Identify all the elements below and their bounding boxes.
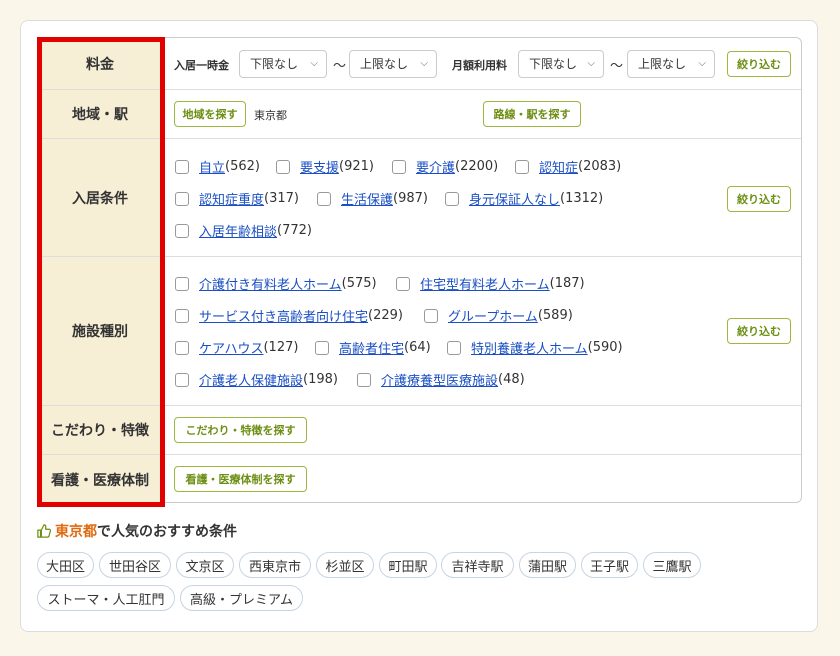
checkbox-yokaigo[interactable]: 要介護 (2200) <box>392 157 498 176</box>
row-conditions-header: 入居条件 <box>38 139 162 256</box>
entry-fee-min-value: 下限なし <box>250 57 299 71</box>
checkbox-box[interactable] <box>175 276 189 291</box>
range-tilde: 〜 <box>610 59 624 74</box>
monthly-fee-max-value: 上限なし <box>638 57 687 71</box>
checkbox-box[interactable] <box>357 372 371 387</box>
conditions-filter-button[interactable]: 絞り込む <box>727 186 791 212</box>
checkbox-box[interactable] <box>175 191 189 206</box>
checkbox-box[interactable] <box>175 308 189 323</box>
checkbox-roken[interactable]: 介護老人保健施設 (198) <box>175 370 338 389</box>
facility-filter-button[interactable]: 絞り込む <box>727 318 791 344</box>
range-tilde: 〜 <box>333 59 347 74</box>
popular-tag[interactable]: 大田区 <box>37 552 94 578</box>
chevron-down-icon: ⌵ <box>310 58 318 69</box>
checkbox-mimoto-hoshonin-nashi[interactable]: 身元保証人なし (1312) <box>445 189 603 208</box>
monthly-fee-min-select[interactable]: 下限なし ⌵ <box>518 50 604 78</box>
checkbox-box[interactable] <box>424 308 438 323</box>
popular-tag[interactable]: 三鷹駅 <box>643 552 701 578</box>
popular-title-suffix: で人気のおすすめ条件 <box>97 524 237 540</box>
checkbox-box[interactable] <box>317 191 331 206</box>
checkbox-care-house[interactable]: ケアハウス (127) <box>175 338 298 357</box>
monthly-fee-min-value: 下限なし <box>529 57 578 71</box>
find-medical-button[interactable]: 看護・医療体制を探す <box>174 466 307 492</box>
checkbox-jutakugata-yuryo[interactable]: 住宅型有料老人ホーム (187) <box>396 274 585 293</box>
checkbox-ninchisho-judo[interactable]: 認知症重度 (317) <box>175 189 299 208</box>
checkbox-box[interactable] <box>392 159 406 174</box>
row-price-header: 料金 <box>38 38 162 89</box>
checkbox-box[interactable] <box>396 276 410 291</box>
row-facility-content: 介護付き有料老人ホーム (575) 住宅型有料老人ホーム (187) サービス付き高… <box>162 257 801 405</box>
checkbox-nyukyo-nenrei-sodan[interactable]: 入居年齢相談 (772) <box>175 221 312 240</box>
popular-tag[interactable]: 西東京市 <box>239 552 311 578</box>
checkbox-box[interactable] <box>175 159 189 174</box>
row-facility-header: 施設種別 <box>38 257 162 405</box>
row-price: 料金 入居一時金 下限なし ⌵ 〜 上限なし ⌵ 月額利用料 下限なし ⌵ 〜 … <box>38 38 801 89</box>
popular-location[interactable]: 東京都 <box>55 521 97 541</box>
popular-conditions-title: 東京都 で人気のおすすめ条件 <box>37 521 237 541</box>
thumbs-up-icon <box>37 524 51 538</box>
price-filter-button[interactable]: 絞り込む <box>727 51 791 77</box>
checkbox-ninchisho[interactable]: 認知症 (2083) <box>515 157 621 176</box>
popular-tag[interactable]: 世田谷区 <box>99 552 171 578</box>
checkbox-box[interactable] <box>315 340 329 355</box>
checkbox-group-home[interactable]: グループホーム (589) <box>424 306 573 325</box>
row-medical-header: 看護・医療体制 <box>38 455 162 502</box>
chevron-down-icon: ⌵ <box>698 58 706 69</box>
checkbox-box[interactable] <box>447 340 461 355</box>
row-price-content: 入居一時金 下限なし ⌵ 〜 上限なし ⌵ 月額利用料 下限なし ⌵ 〜 上限な… <box>162 38 801 89</box>
find-line-station-button[interactable]: 路線・駅を探す <box>483 101 581 127</box>
monthly-fee-label: 月額利用料 <box>452 59 507 72</box>
entry-fee-max-select[interactable]: 上限なし ⌵ <box>349 50 437 78</box>
find-area-button[interactable]: 地域を探す <box>174 101 246 127</box>
checkbox-box[interactable] <box>515 159 529 174</box>
popular-tag[interactable]: 杉並区 <box>316 552 374 578</box>
entry-fee-min-select[interactable]: 下限なし ⌵ <box>239 50 327 78</box>
row-features-header: こだわり・特徴 <box>38 406 162 454</box>
row-area-content: 地域を探す 東京都 路線・駅を探す <box>162 90 801 138</box>
row-features: こだわり・特徴 こだわり・特徴を探す <box>38 405 801 454</box>
checkbox-koreisha-jutaku[interactable]: 高齢者住宅 (64) <box>315 338 431 357</box>
checkbox-ryoyogata[interactable]: 介護療養型医療施設 (48) <box>357 370 525 389</box>
checkbox-box[interactable] <box>175 340 189 355</box>
chevron-down-icon: ⌵ <box>587 58 595 69</box>
find-features-button[interactable]: こだわり・特徴を探す <box>174 417 307 443</box>
popular-tag[interactable]: 文京区 <box>176 552 234 578</box>
monthly-fee-max-select[interactable]: 上限なし ⌵ <box>627 50 715 78</box>
checkbox-seikatsu-hogo[interactable]: 生活保護 (987) <box>317 189 428 208</box>
row-conditions-content: 自立 (562) 要支援 (921) 要介護 (2200) 認知症 (2083) 認知症… <box>162 139 801 256</box>
checkbox-box[interactable] <box>445 191 459 206</box>
checkbox-service-tsuki-jutaku[interactable]: サービス付き高齢者向け住宅 (229) <box>175 306 403 325</box>
chevron-down-icon: ⌵ <box>420 58 428 69</box>
row-area-header: 地域・駅 <box>38 90 162 138</box>
checkbox-kaigo-tsuki-yuryo[interactable]: 介護付き有料老人ホーム (575) <box>175 274 377 293</box>
search-conditions-table: 料金 入居一時金 下限なし ⌵ 〜 上限なし ⌵ 月額利用料 下限なし ⌵ 〜 … <box>37 37 802 503</box>
row-area: 地域・駅 地域を探す 東京都 路線・駅を探す <box>38 89 801 138</box>
row-facility: 施設種別 介護付き有料老人ホーム (575) 住宅型有料老人ホーム (187) サー… <box>38 256 801 405</box>
checkbox-jiritsu[interactable]: 自立 (562) <box>175 157 260 176</box>
entry-fee-max-value: 上限なし <box>360 57 409 71</box>
row-medical: 看護・医療体制 看護・医療体制を探す <box>38 454 801 502</box>
popular-tag[interactable]: 王子駅 <box>581 552 638 578</box>
checkbox-box[interactable] <box>175 372 189 387</box>
popular-tag[interactable]: ストーマ・人工肛門 <box>37 585 175 611</box>
row-medical-content: 看護・医療体制を探す <box>162 455 801 502</box>
selected-area-value: 東京都 <box>254 109 287 122</box>
entry-fee-label: 入居一時金 <box>174 59 229 72</box>
row-features-content: こだわり・特徴を探す <box>162 406 801 454</box>
popular-tag[interactable]: 高級・プレミアム <box>180 585 303 611</box>
checkbox-yoshien[interactable]: 要支援 (921) <box>276 157 374 176</box>
row-conditions: 入居条件 自立 (562) 要支援 (921) 要介護 (2200) 認知症 (2083… <box>38 138 801 256</box>
popular-tag[interactable]: 吉祥寺駅 <box>441 552 514 578</box>
popular-tag[interactable]: 蒲田駅 <box>519 552 576 578</box>
checkbox-box[interactable] <box>276 159 290 174</box>
checkbox-box[interactable] <box>175 223 189 238</box>
checkbox-tokuyo[interactable]: 特別養護老人ホーム (590) <box>447 338 623 357</box>
popular-tag[interactable]: 町田駅 <box>379 552 437 578</box>
